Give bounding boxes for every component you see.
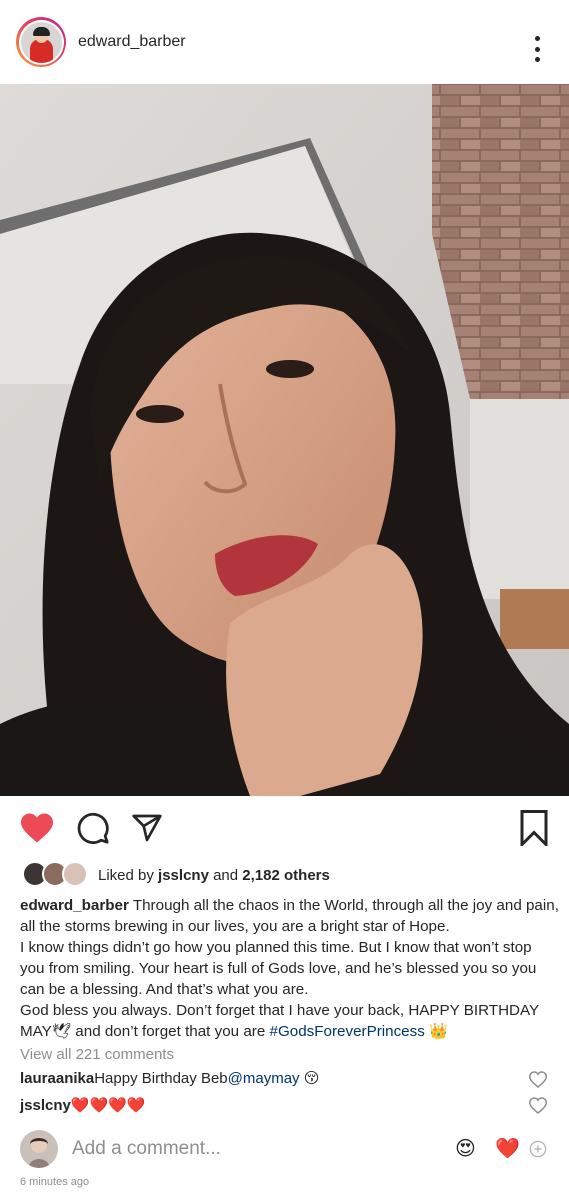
comment-mention[interactable]: @maymay [228,1070,300,1087]
post-photo-illustration [0,84,569,796]
add-emoji-icon[interactable] [528,1139,548,1159]
current-user-avatar [20,1130,58,1168]
bookmark-icon[interactable] [514,808,554,848]
post-header: edward_barber [0,0,569,84]
comment-like-icon[interactable] [528,1097,548,1115]
more-vertical-icon[interactable] [531,36,543,62]
comment-row: jsslcny ❤️❤️❤️❤️ [20,1096,146,1115]
post-username[interactable]: edward_barber [78,33,186,51]
post-photo[interactable] [0,84,569,796]
comment-bubble-icon[interactable] [74,810,112,846]
heart-filled-icon[interactable] [18,810,56,846]
paper-plane-icon[interactable] [128,810,166,846]
hashtag-link[interactable]: #GodsForeverPrincess [270,1023,425,1040]
likes-summary[interactable]: Liked by jsslcny and 2,182 others [22,860,330,890]
liked-by-user[interactable]: jsslcny [158,867,209,884]
post-caption: edward_barber Through all the chaos in t… [20,897,559,1040]
post-timestamp: 6 minutes ago [20,1176,90,1188]
liker-avatar [62,861,88,887]
comment-username[interactable]: jsslcny [20,1097,71,1114]
likes-count[interactable]: 2,182 others [242,867,330,884]
caption-username[interactable]: edward_barber [20,897,129,914]
heart-eyes-emoji-button[interactable]: 😍 [455,1138,476,1160]
heart-emoji-button[interactable]: ❤️ [495,1138,520,1160]
likes-text: Liked by jsslcny and 2,182 others [98,866,330,884]
comment-row: lauraanika Happy Birthday Beb @maymay 😚 [20,1069,320,1088]
liker-avatars [22,861,90,889]
add-comment-bar: Add a comment... 😍 ❤️ [0,1126,569,1172]
profile-avatar[interactable] [16,17,66,67]
view-all-comments-link[interactable]: View all 221 comments [20,1046,174,1063]
post-actions [0,806,569,850]
dove-emoji: 🕊 [51,1023,72,1040]
comment-username[interactable]: lauraanika [20,1070,94,1087]
add-comment-input[interactable]: Add a comment... [72,1138,221,1160]
comment-like-icon[interactable] [528,1071,548,1089]
crown-emoji: 👑 [429,1023,448,1040]
